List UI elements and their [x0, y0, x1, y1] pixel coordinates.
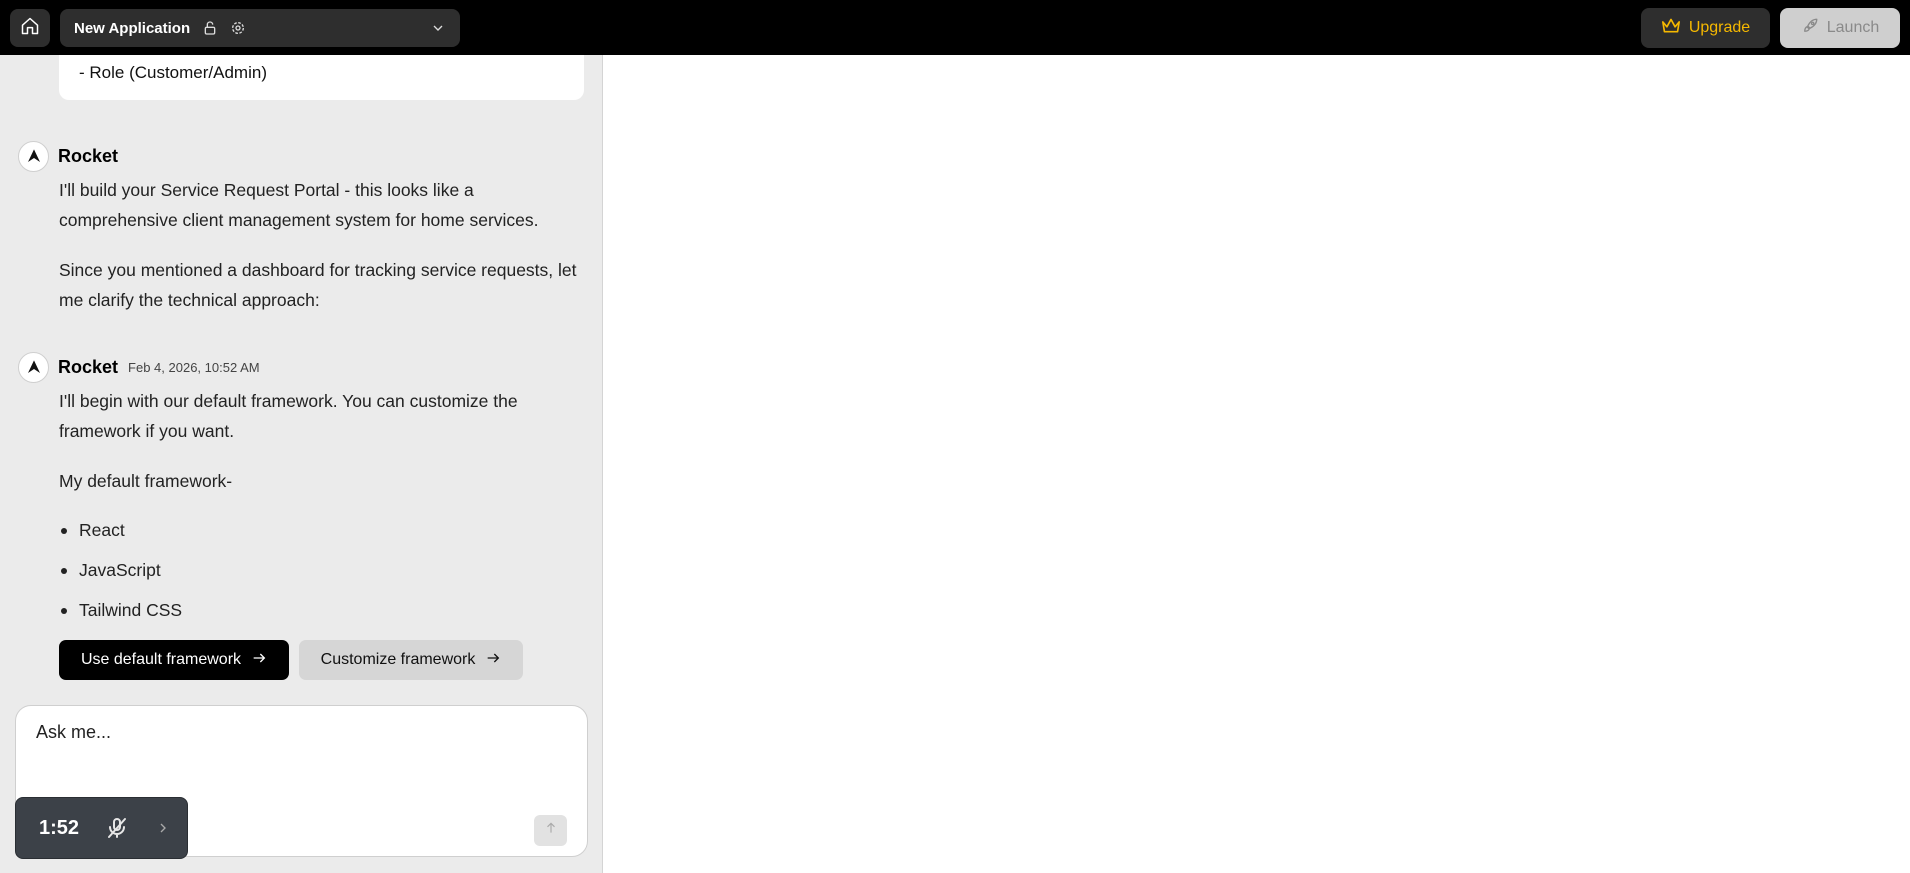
arrow-right-icon	[485, 650, 501, 671]
message-timestamp: Feb 4, 2026, 10:52 AM	[128, 359, 260, 375]
upgrade-label: Upgrade	[1688, 19, 1751, 36]
app-name: New Application	[74, 19, 191, 37]
list-item: Tailwind CSS	[59, 590, 588, 630]
arrow-up-icon	[544, 821, 558, 840]
voice-recorder: 1:52	[15, 797, 188, 859]
crown-icon	[1661, 17, 1681, 40]
launch-button[interactable]: Launch	[1780, 8, 1900, 48]
framework-actions: Use default framework Customize framewor…	[59, 640, 523, 680]
arrow-right-icon	[251, 650, 267, 671]
customize-label: Customize framework	[320, 651, 476, 668]
rocket-avatar-icon	[18, 351, 49, 383]
sender-name: Rocket	[58, 145, 119, 166]
chevron-down-icon[interactable]	[430, 20, 446, 41]
preview-area	[604, 55, 1910, 873]
assistant-message: Rocket Feb 4, 2026, 10:52 AM I'll begin …	[18, 351, 588, 630]
mic-off-icon[interactable]	[105, 816, 129, 840]
use-default-framework-button[interactable]: Use default framework	[59, 640, 289, 680]
message-paragraph: Since you mentioned a dashboard for trac…	[59, 260, 577, 310]
rocket-icon	[1801, 17, 1819, 40]
rocket-avatar-icon	[18, 140, 49, 172]
message-paragraph: I'll begin with our default framework. Y…	[59, 391, 518, 441]
home-icon	[20, 16, 40, 41]
send-button[interactable]	[534, 815, 567, 846]
gear-icon[interactable]	[230, 20, 246, 36]
message-paragraph: My default framework-	[59, 471, 233, 491]
user-message-bubble: - Role (Customer/Admin)	[59, 55, 584, 100]
ask-input[interactable]	[36, 722, 556, 743]
customize-framework-button[interactable]: Customize framework	[299, 640, 523, 680]
user-message-text: - Role (Customer/Admin)	[79, 63, 267, 82]
top-bar: New Application Upgrade Launch	[0, 0, 1910, 55]
voice-timer: 1:52	[39, 816, 80, 839]
app-selector[interactable]: New Application	[60, 9, 460, 47]
chevron-right-icon[interactable]	[155, 820, 171, 836]
message-paragraph: I'll build your Service Request Portal -…	[59, 180, 539, 230]
chat-panel: - Role (Customer/Admin) Rocket I'll buil…	[0, 55, 603, 873]
sender-name: Rocket	[58, 356, 119, 377]
framework-list: React JavaScript Tailwind CSS	[59, 510, 588, 630]
lock-icon[interactable]	[202, 20, 218, 36]
home-button[interactable]	[10, 9, 50, 47]
list-item: JavaScript	[59, 550, 588, 590]
assistant-message: Rocket I'll build your Service Request P…	[18, 140, 588, 315]
upgrade-button[interactable]: Upgrade	[1641, 8, 1770, 48]
list-item: React	[59, 510, 588, 550]
use-default-label: Use default framework	[80, 651, 242, 668]
launch-label: Launch	[1826, 19, 1880, 36]
